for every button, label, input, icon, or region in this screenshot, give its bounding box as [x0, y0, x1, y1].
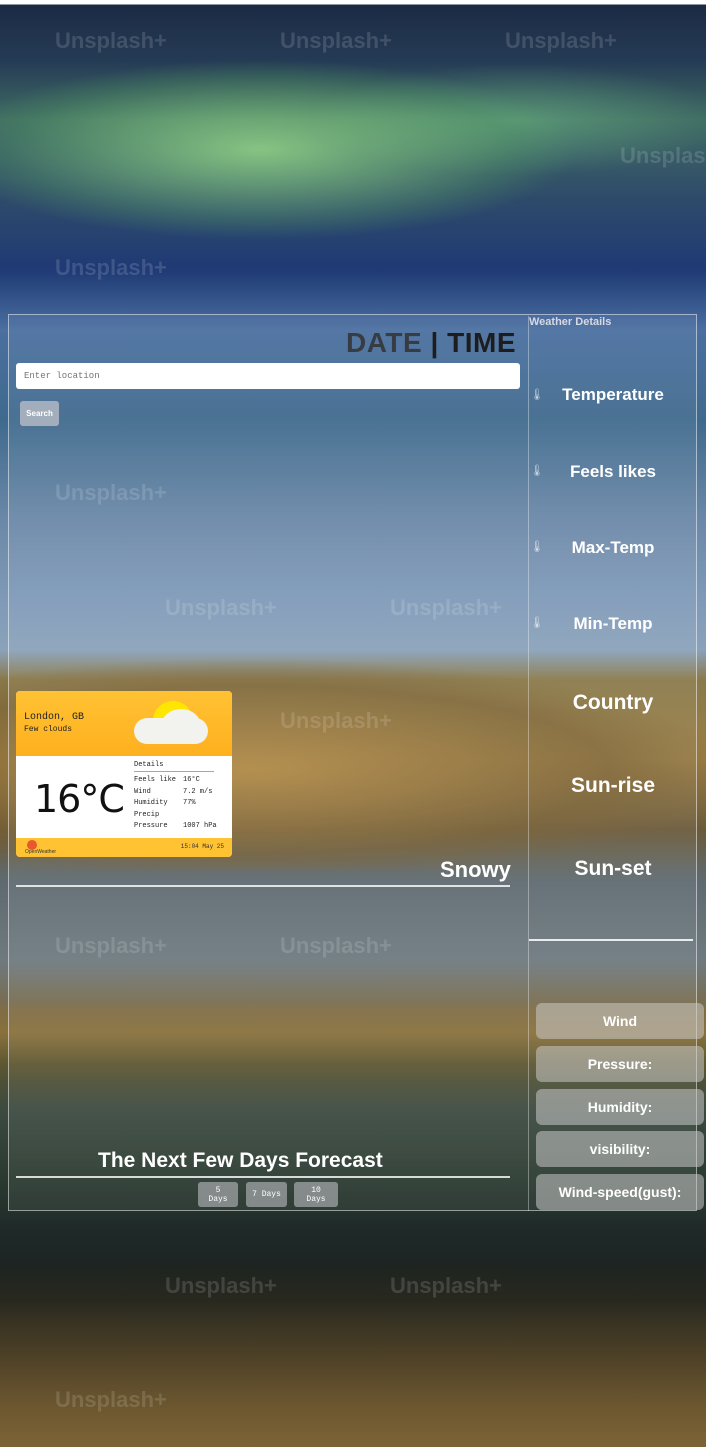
- detail-label: Feels like: [134, 776, 177, 784]
- cloud-icon: [134, 718, 208, 744]
- time-label: TIME: [447, 327, 516, 358]
- detail-min-temp: Min-Temp: [529, 614, 697, 634]
- watermark: Unsplash+: [55, 255, 167, 280]
- detail-min-temp-label: Min-Temp: [573, 614, 653, 633]
- wind-button[interactable]: Wind: [536, 1003, 704, 1039]
- background-foreground-grass: [0, 1260, 706, 1447]
- weather-details-title: Weather Details: [529, 316, 612, 328]
- widget-detail-row: Wind 7.2 m/s: [134, 788, 217, 800]
- widget-brand: OpenWeather: [25, 849, 57, 855]
- watermark: Unsplash+: [165, 1273, 277, 1298]
- widget-detail-row: Feels like 16°C: [134, 776, 217, 788]
- watermark: Unsplash+: [55, 1387, 167, 1412]
- forecast-7-days-button[interactable]: 7 Days: [246, 1182, 287, 1207]
- detail-label: Humidity: [134, 799, 168, 807]
- detail-temperature: Temperature: [529, 385, 697, 405]
- widget-detail-row: Humidity 77%: [134, 799, 217, 811]
- forecast-10-days-button[interactable]: 10 Days: [294, 1182, 338, 1207]
- humidity-button[interactable]: Humidity:: [536, 1089, 704, 1125]
- divider-line: [16, 1176, 510, 1178]
- visibility-button[interactable]: visibility:: [536, 1131, 704, 1167]
- widget-details-title: Details: [134, 761, 214, 772]
- detail-sunset: Sun-set: [529, 857, 697, 881]
- watermark: Unsplash+: [620, 143, 706, 168]
- widget-detail-row: Precip: [134, 811, 217, 823]
- detail-sunrise-label: Sun-rise: [570, 774, 656, 797]
- detail-feels-like-label: Feels likes: [569, 462, 656, 481]
- detail-max-temp: Max-Temp: [529, 538, 697, 558]
- detail-sunrise: Sun-rise: [529, 774, 697, 798]
- widget-condition: Few clouds: [24, 725, 73, 734]
- divider-line: [16, 885, 510, 887]
- location-search-input[interactable]: [16, 363, 520, 389]
- search-button[interactable]: Search: [20, 401, 59, 426]
- widget-city: London, GB: [24, 712, 85, 723]
- widget-details: Details Feels like 16°C Wind 7.2 m/s Humid…: [134, 761, 217, 834]
- date-time-heading: DATE | TIME: [346, 327, 516, 359]
- detail-label: Precip: [134, 810, 160, 819]
- detail-sunset-label: Sun-set: [574, 857, 652, 880]
- date-time-separator: |: [430, 327, 439, 358]
- detail-value: 16°C: [183, 776, 200, 784]
- watermark: Unsplash+: [55, 28, 167, 53]
- detail-value: 1007 hPa: [183, 822, 217, 830]
- widget-header: London, GB Few clouds: [16, 691, 232, 756]
- widget-timestamp: 15:04 May 25: [180, 843, 224, 850]
- widget-temperature: 16°C: [34, 777, 125, 821]
- detail-max-temp-label: Max-Temp: [571, 538, 655, 557]
- widget-detail-row: Pressure 1007 hPa: [134, 822, 217, 834]
- detail-value: 77%: [183, 799, 196, 807]
- detail-value: 7.2 m/s: [183, 787, 213, 796]
- pressure-button[interactable]: Pressure:: [536, 1046, 704, 1082]
- detail-label: Wind: [134, 787, 151, 796]
- watermark: Unsplash+: [390, 1273, 502, 1298]
- divider-line: [529, 939, 693, 941]
- widget-footer: OpenWeather 15:04 May 25: [16, 838, 232, 857]
- detail-temperature-label: Temperature: [562, 385, 664, 404]
- detail-feels-like: Feels likes: [529, 462, 697, 482]
- column-divider: [528, 316, 529, 1211]
- detail-country-label: Country: [572, 691, 654, 714]
- detail-label: Pressure: [134, 822, 168, 830]
- detail-country: Country: [529, 691, 697, 715]
- weather-condition: Snowy: [440, 857, 511, 882]
- weather-widget: London, GB Few clouds 16°C Details Feels…: [16, 691, 232, 857]
- watermark: Unsplash+: [505, 28, 617, 53]
- forecast-title: The Next Few Days Forecast: [98, 1149, 383, 1172]
- forecast-5-days-button[interactable]: 5 Days: [198, 1182, 238, 1207]
- wind-gust-button[interactable]: Wind-speed(gust):: [536, 1174, 704, 1210]
- watermark: Unsplash+: [280, 28, 392, 53]
- date-label: DATE: [346, 327, 423, 358]
